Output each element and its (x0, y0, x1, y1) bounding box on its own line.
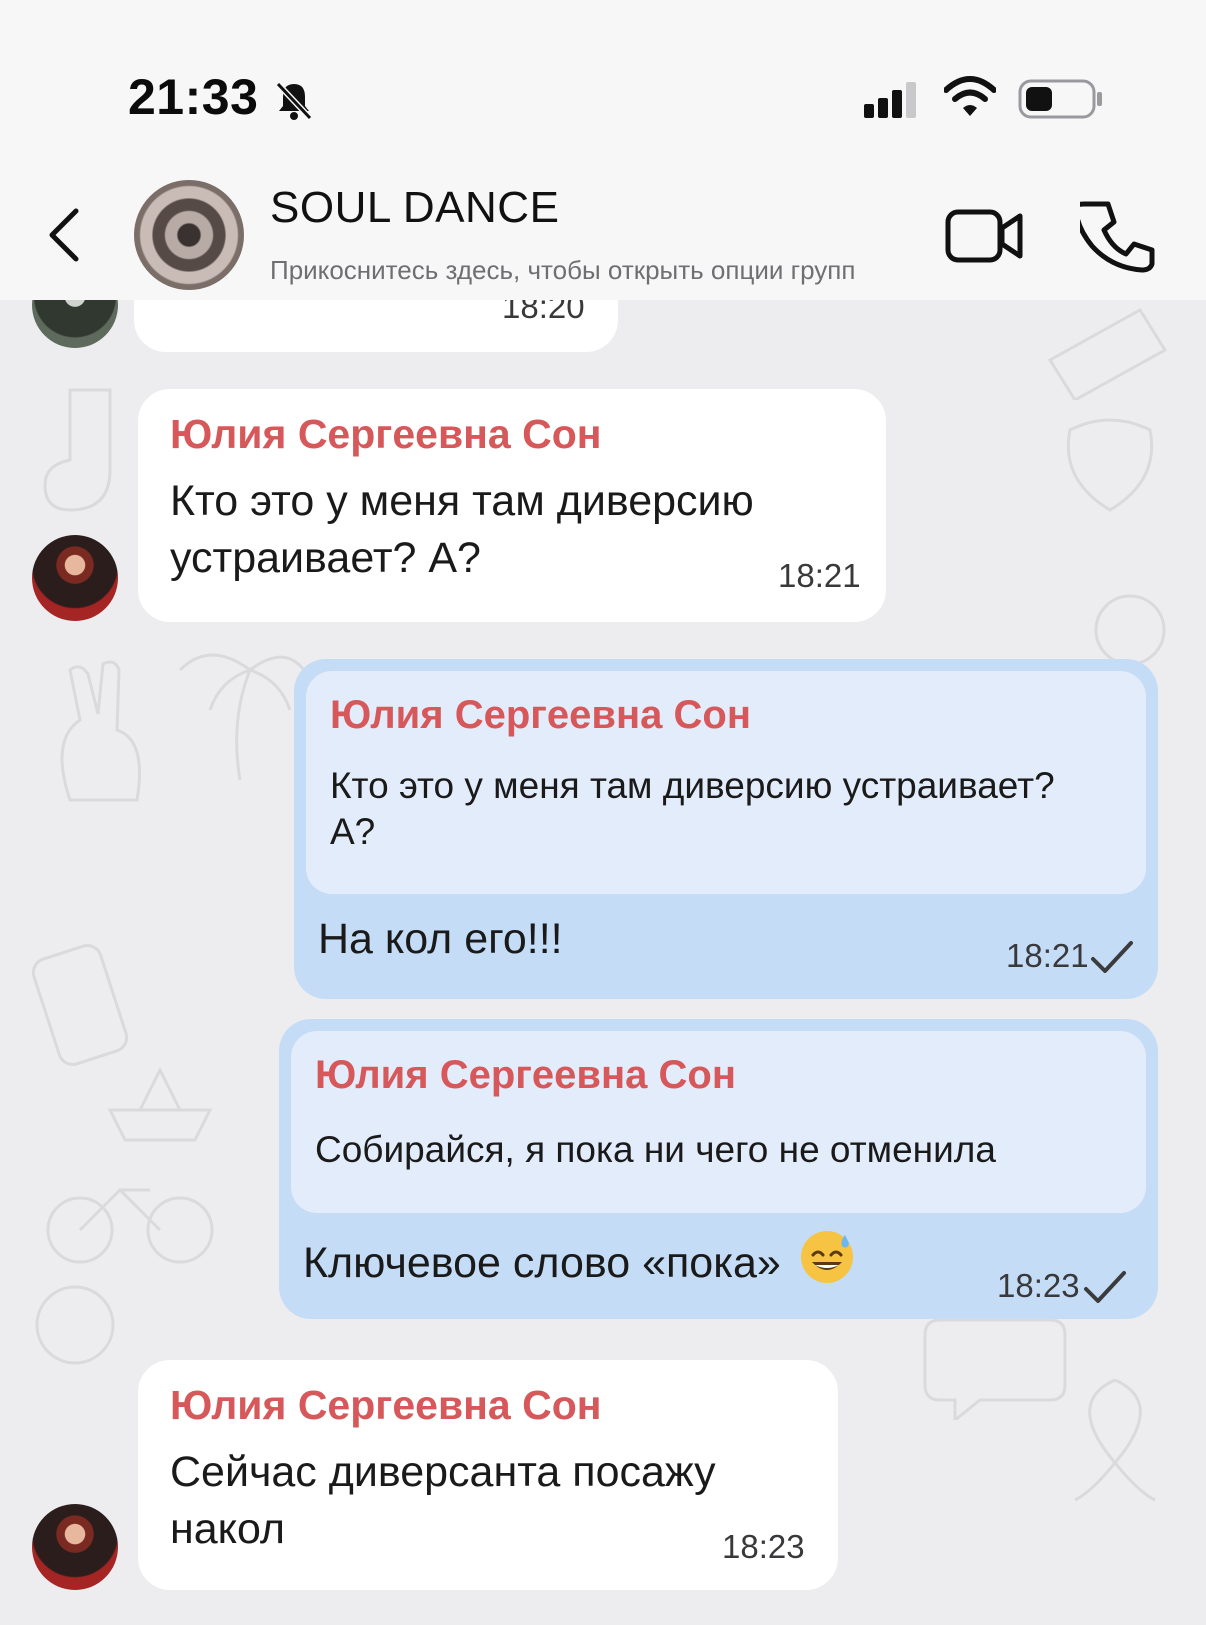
message-text: На кол его!!! (318, 915, 563, 963)
message-text-line: Кто это у меня там диверсию (170, 477, 754, 525)
message-bubble-incoming[interactable]: Юлия Сергеевна Сон Кто это у меня там ди… (138, 389, 886, 622)
reply-quote[interactable]: Юлия Сергеевна Сон Кто это у меня там ди… (306, 671, 1146, 894)
video-call-icon[interactable] (944, 200, 1024, 270)
avatar[interactable] (32, 1504, 118, 1590)
palm-doodle (178, 653, 310, 780)
quote-text-line: А? (330, 811, 376, 852)
message-time: 18:23 (722, 1528, 805, 1565)
boat-doodle (107, 1066, 213, 1142)
avatar[interactable] (32, 535, 118, 621)
strawberry-doodle (1066, 418, 1154, 512)
sent-check-icon (1084, 1271, 1126, 1303)
message-bubble-outgoing[interactable]: Юлия Сергеевна Сон Собирайся, я пока ни … (279, 1019, 1158, 1319)
bike-doodle (46, 1187, 214, 1264)
quote-sender-name: Юлия Сергеевна Сон (315, 1053, 737, 1097)
phone-call-icon[interactable] (1080, 198, 1156, 274)
message-text: Ключевое слово «пока» (303, 1229, 855, 1292)
sender-name[interactable]: Юлия Сергеевна Сон (170, 1382, 602, 1429)
group-subtitle[interactable]: Прикоснитесь здесь, чтобы открыть опции … (270, 255, 855, 286)
sweat-smile-emoji-icon (800, 1231, 853, 1283)
soccer-doodle (1094, 594, 1166, 666)
ribbon-doodle (1074, 1378, 1156, 1502)
message-text-line: накол (170, 1505, 286, 1553)
top-bar: 21:33 SOUL DANCE Прикоснитесь здесь, что… (0, 0, 1206, 300)
peace-hand-doodle (60, 660, 141, 802)
quote-text-line: Кто это у меня там диверсию устраивает? (330, 765, 1055, 806)
message-text-content: Ключевое слово «пока» (303, 1239, 781, 1287)
status-time: 21:33 (128, 69, 259, 125)
battery-icon (1018, 79, 1102, 119)
group-title[interactable]: SOUL DANCE (270, 183, 559, 233)
message-text: Кто это у меня там диверсию устраивает? … (170, 473, 754, 587)
message-bubble-incoming[interactable]: Юлия Сергеевна Сон Сейчас диверсанта пос… (138, 1360, 838, 1590)
sock-doodle (43, 388, 112, 512)
quote-sender-name: Юлия Сергеевна Сон (330, 693, 752, 737)
message-time: 18:21 (1006, 937, 1089, 974)
bell-off-icon (275, 81, 313, 121)
message-time: 18:23 (997, 1267, 1080, 1304)
quote-text: Кто это у меня там диверсию устраивает? … (330, 763, 1055, 855)
group-avatar[interactable] (134, 180, 244, 290)
ball-doodle (35, 1285, 115, 1365)
quote-text: Собирайся, я пока ни чего не отменила (315, 1129, 996, 1170)
sent-check-icon (1091, 941, 1133, 973)
message-text-line: Сейчас диверсанта посажу (170, 1448, 716, 1496)
message-text: Сейчас диверсанта посажу накол (170, 1444, 716, 1558)
wifi-icon (944, 76, 996, 116)
message-bubble-outgoing[interactable]: Юлия Сергеевна Сон Кто это у меня там ди… (294, 659, 1158, 999)
phone-doodle (31, 944, 129, 1066)
message-text-line: устраивает? А? (170, 534, 481, 582)
sender-name[interactable]: Юлия Сергеевна Сон (170, 411, 602, 458)
back-chevron-icon[interactable] (40, 205, 90, 265)
piano-doodle (1047, 307, 1168, 400)
reply-quote[interactable]: Юлия Сергеевна Сон Собирайся, я пока ни … (291, 1031, 1146, 1213)
message-time: 18:21 (778, 557, 861, 594)
signal-icon (864, 82, 916, 118)
